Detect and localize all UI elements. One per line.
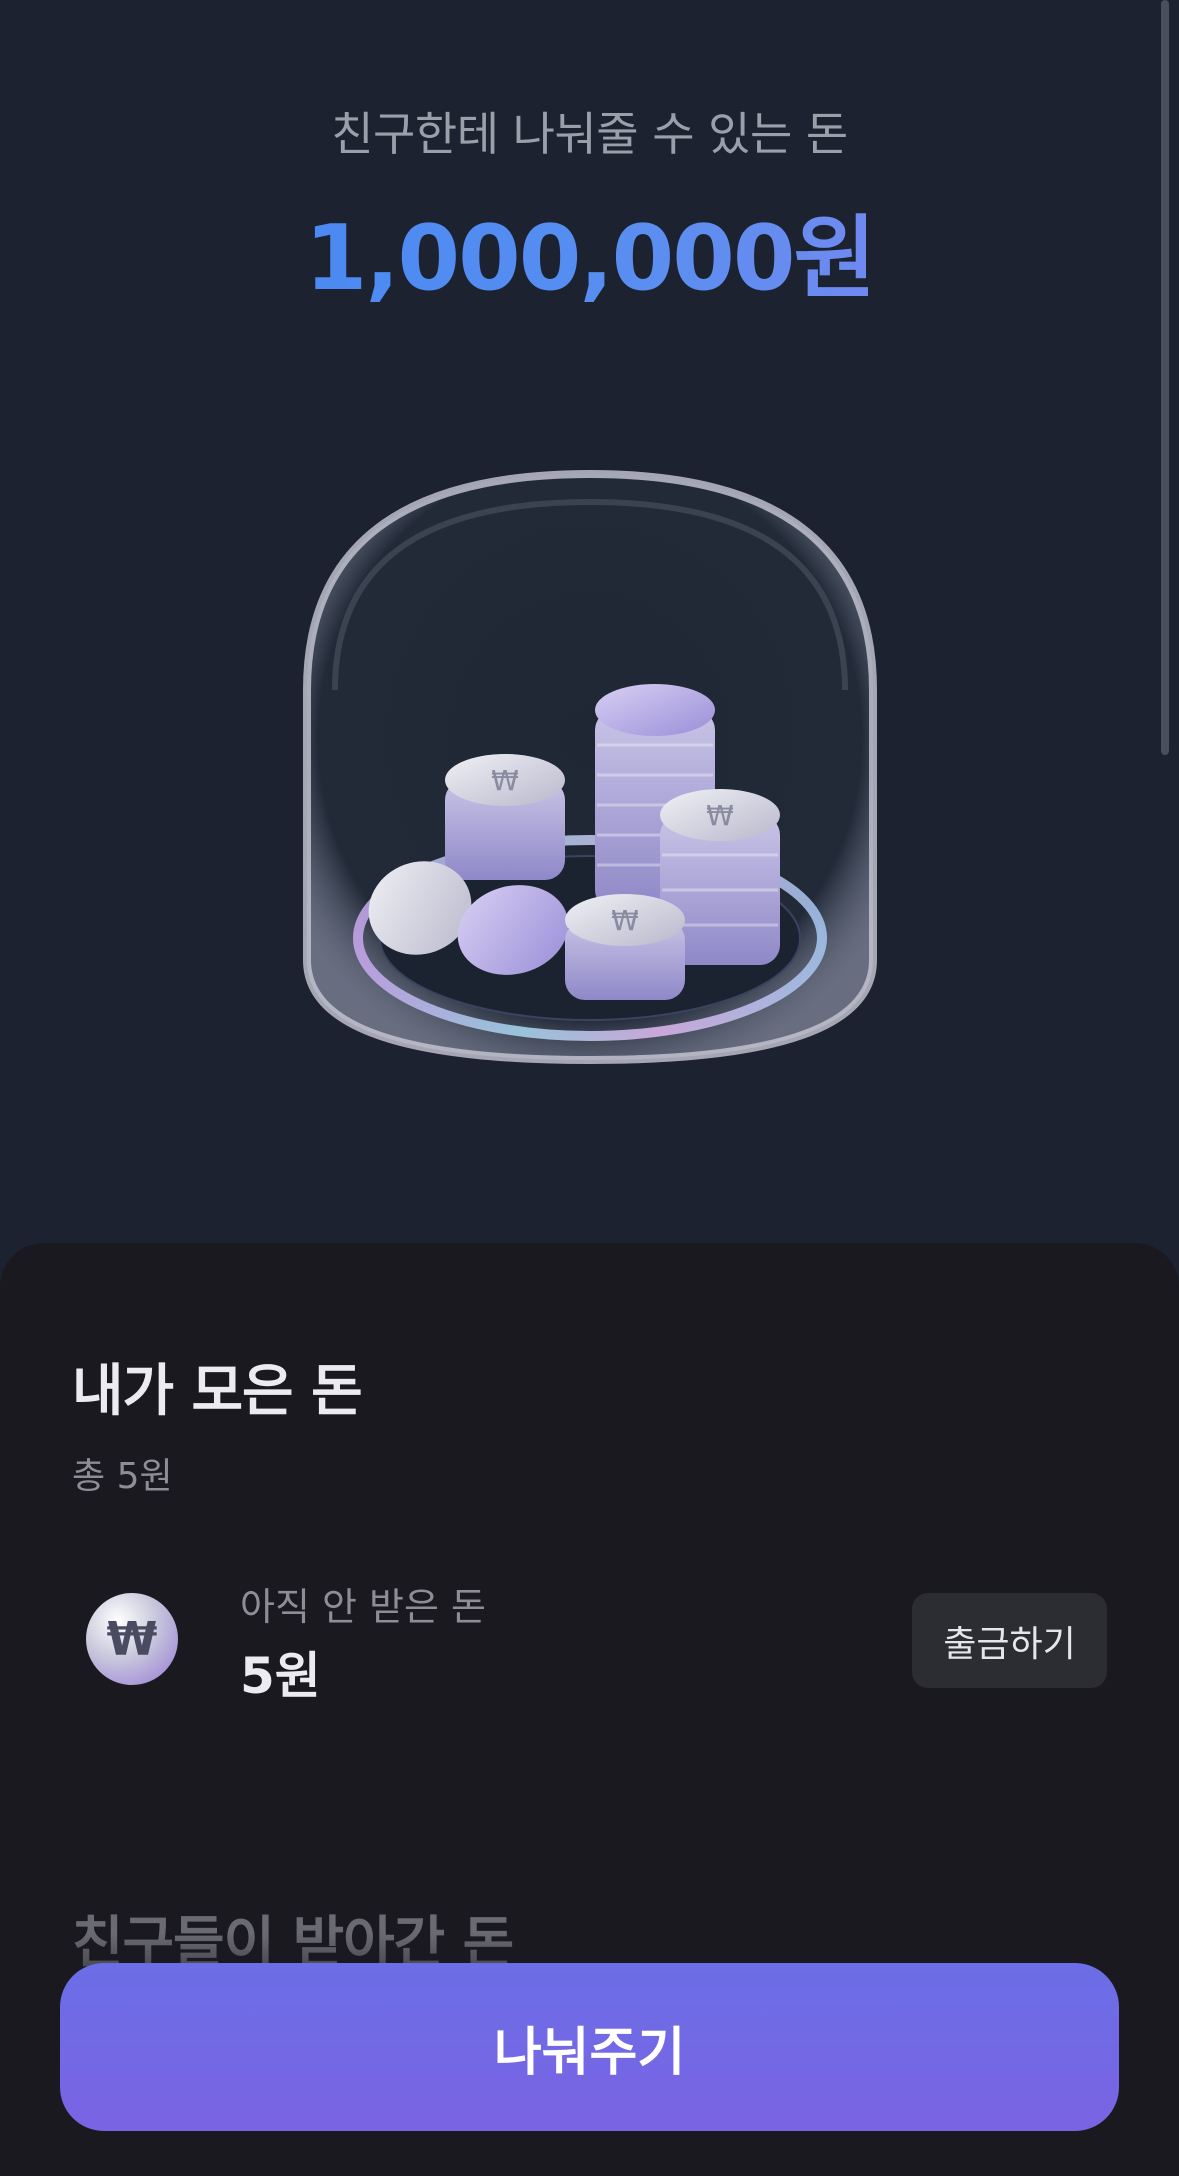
won-coin-icon: ₩ [84,1591,180,1687]
withdraw-button[interactable]: 출금하기 [912,1593,1107,1688]
shareable-money-amount: 1,000,000원 [0,185,1179,315]
svg-text:₩: ₩ [491,764,519,797]
pending-money-label: 아직 안 받은 돈 [240,1585,486,1629]
svg-text:₩: ₩ [706,799,734,832]
my-money-title: 내가 모은 돈 [72,1359,363,1424]
my-money-total: 총 5원 [72,1456,173,1497]
share-money-button[interactable]: 나눠주기 [60,1963,1119,2131]
shareable-money-label: 친구한테 나눠줄 수 있는 돈 [331,107,848,161]
coin-dome-illustration: ₩ ₩ ₩ [295,460,885,1080]
svg-text:₩: ₩ [107,1612,158,1666]
pending-money-amount: 5원 [240,1647,321,1705]
svg-text:₩: ₩ [611,904,639,937]
